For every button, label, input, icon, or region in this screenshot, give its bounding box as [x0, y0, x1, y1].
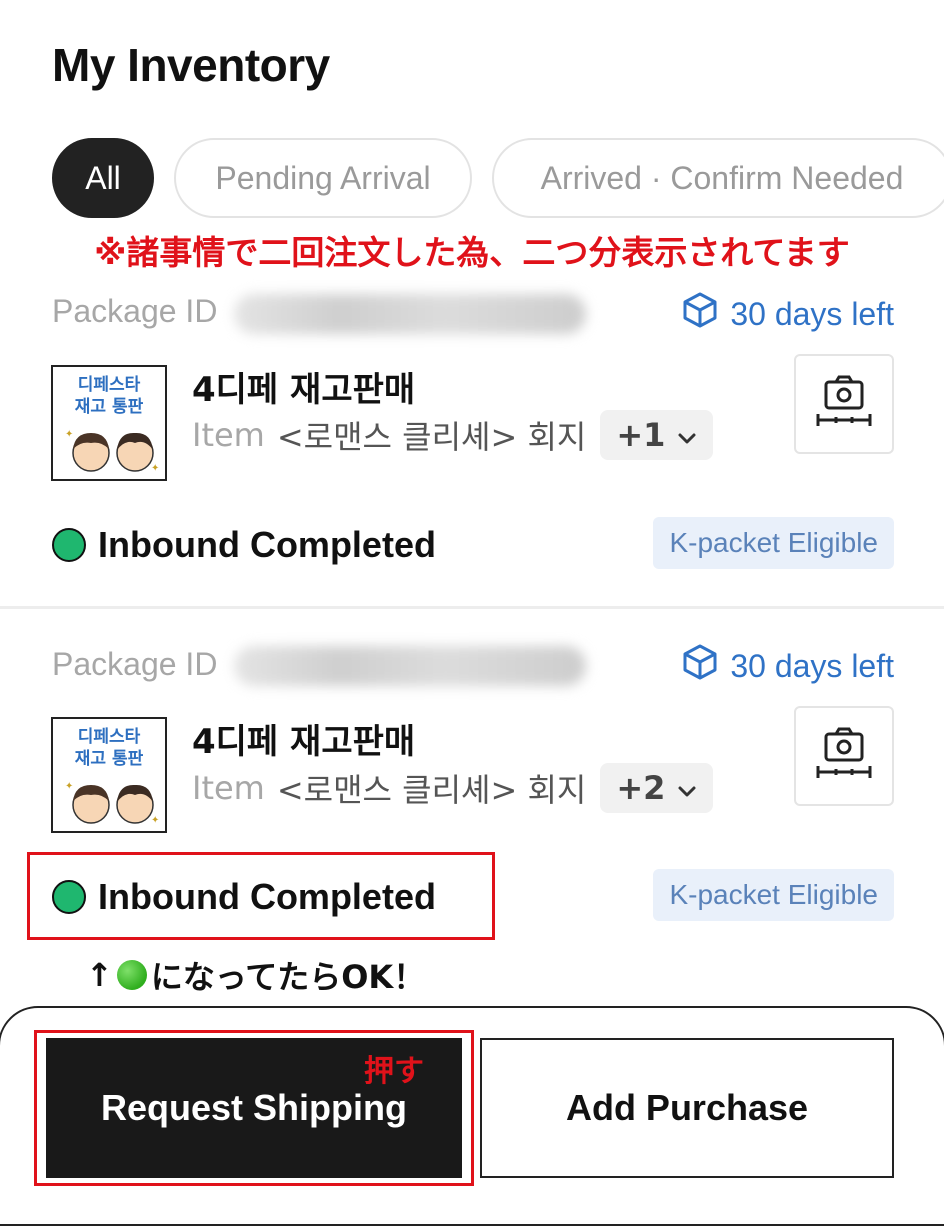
- request-shipping-label: Request Shipping: [101, 1087, 407, 1128]
- days-left: 30 days left: [680, 642, 894, 690]
- package-id-blurred: [234, 294, 586, 334]
- tab-all[interactable]: All: [52, 138, 154, 218]
- days-left: 30 days left: [680, 290, 894, 338]
- green-circle-icon: [116, 960, 147, 990]
- chevron-down-icon: [677, 416, 697, 454]
- thumb-line1: 디페스타: [77, 375, 141, 395]
- item-name: <로맨스 클리셰> 회지: [276, 418, 587, 456]
- svg-text:✦: ✦: [65, 429, 73, 440]
- item-name: <로맨스 클리셰> 회지: [276, 771, 587, 809]
- k-packet-badge: K-packet Eligible: [653, 517, 894, 569]
- character-faces-illustration: ✦✦: [65, 781, 159, 826]
- add-purchase-button[interactable]: Add Purchase: [480, 1038, 894, 1178]
- package-divider: [0, 606, 944, 609]
- status-dot-icon: [52, 528, 86, 562]
- push-annotation: 押す: [364, 1054, 424, 1089]
- tab-arrived-confirm-label: Arrived · Confirm Needed: [540, 159, 904, 196]
- status-text: Inbound Completed: [98, 524, 436, 565]
- item-label: Item: [192, 769, 265, 807]
- thumb-line2: 재고 통판: [74, 397, 144, 417]
- svg-text:✦: ✦: [151, 463, 159, 474]
- page-title: My Inventory: [52, 39, 330, 91]
- chevron-down-icon: [677, 769, 697, 807]
- character-faces-illustration: ✦✦: [65, 429, 159, 474]
- k-packet-badge: K-packet Eligible: [653, 869, 894, 921]
- svg-text:✦: ✦: [151, 815, 159, 826]
- item-row: Item <로맨스 클리셰> 회지 +2: [192, 763, 714, 813]
- photo-measure-button[interactable]: [794, 706, 894, 806]
- cube-icon: [680, 290, 720, 338]
- product-thumbnail: 디페스타 재고 통판 ✦ ✦: [51, 717, 167, 833]
- item-label: Item: [192, 416, 265, 454]
- inbound-status: Inbound Completed: [52, 524, 436, 566]
- cube-icon: [680, 642, 720, 690]
- tab-arrived-confirm-needed[interactable]: Arrived · Confirm Needed: [492, 138, 944, 218]
- days-left-text: 30 days left: [730, 647, 894, 684]
- status-dot-icon: [52, 880, 86, 914]
- tab-all-label: All: [85, 159, 121, 196]
- annotation-text: になってたらOK！: [150, 958, 426, 996]
- up-arrow: ↑: [86, 956, 113, 994]
- annotation-note: ※諸事情で二回注文した為、二つ分表示されてます: [94, 233, 850, 272]
- item-count: +2: [616, 769, 666, 807]
- item-count-dropdown[interactable]: +1: [600, 410, 714, 460]
- package-id-blurred: [234, 646, 586, 686]
- thumb-line1: 디페스타: [77, 727, 141, 747]
- item-title: 4디페 재고판매: [192, 722, 416, 762]
- item-row: Item <로맨스 클리셰> 회지 +1: [192, 410, 714, 460]
- tab-pending-arrival[interactable]: Pending Arrival: [174, 138, 472, 218]
- item-count-dropdown[interactable]: +2: [600, 763, 714, 813]
- item-count: +1: [616, 416, 666, 454]
- package-id-label: Package ID: [52, 646, 218, 682]
- thumb-line2: 재고 통판: [74, 749, 144, 769]
- status-annotation: ↑ になってたらOK！: [86, 952, 425, 998]
- tab-pending-arrival-label: Pending Arrival: [215, 159, 431, 196]
- days-left-text: 30 days left: [730, 295, 894, 332]
- photo-measure-button[interactable]: [794, 354, 894, 454]
- inbound-status: Inbound Completed: [52, 876, 436, 918]
- product-thumbnail: 디페스타 재고 통판 ✦ ✦: [51, 365, 167, 481]
- add-purchase-label: Add Purchase: [565, 1087, 809, 1128]
- svg-text:✦: ✦: [65, 781, 73, 792]
- item-title: 4디페 재고판매: [192, 370, 416, 410]
- package-id-label: Package ID: [52, 293, 218, 329]
- status-text: Inbound Completed: [98, 876, 436, 917]
- camera-measure-icon: [814, 374, 874, 435]
- camera-measure-icon: [814, 726, 874, 787]
